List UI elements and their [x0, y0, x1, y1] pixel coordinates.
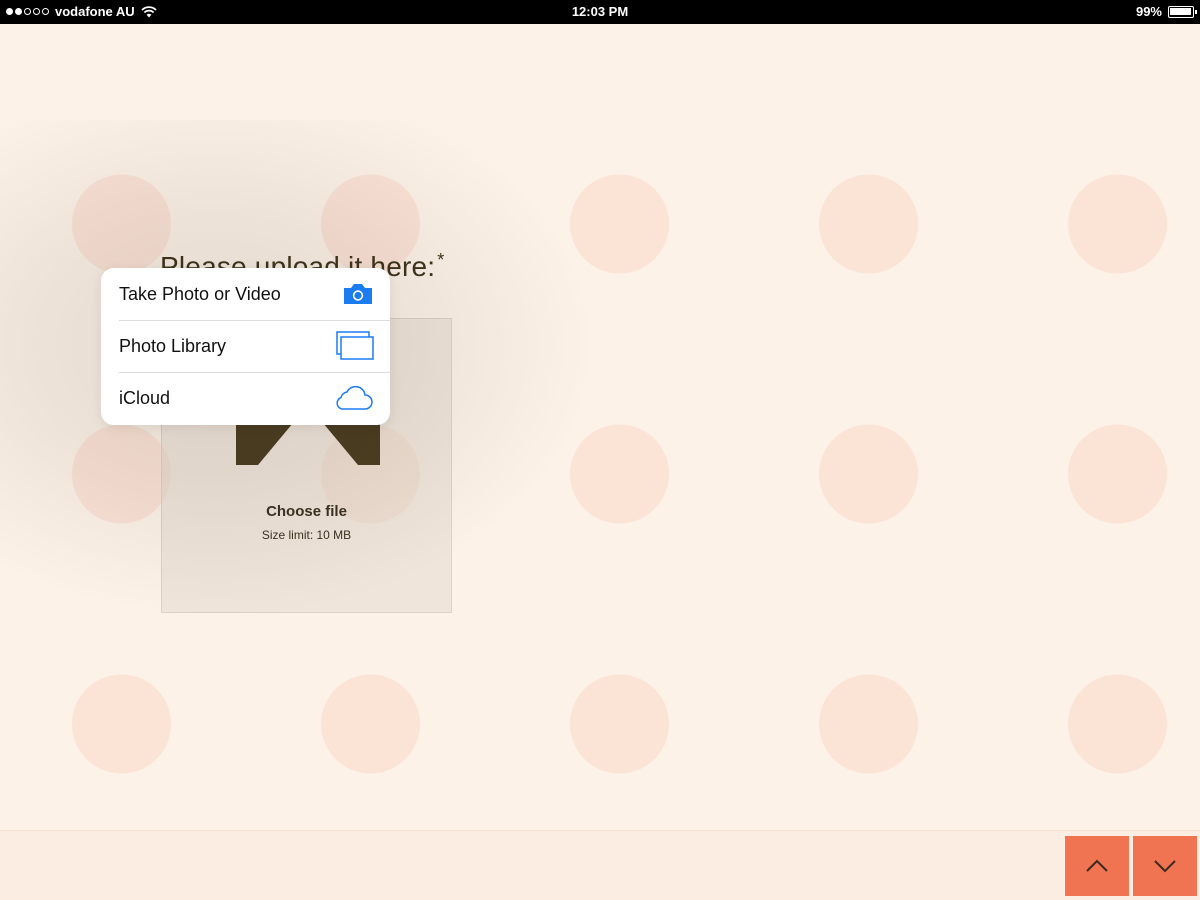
upload-source-popover: Take Photo or Video Photo Library iCloud [101, 268, 390, 425]
battery-percentage: 99% [1135, 4, 1162, 19]
camera-icon [344, 284, 372, 304]
choose-file-label[interactable]: Choose file [162, 503, 451, 520]
previous-question-button[interactable] [1065, 836, 1129, 896]
required-marker: * [437, 250, 445, 270]
chevron-up-icon [1086, 859, 1108, 872]
chevron-down-icon [1154, 860, 1176, 873]
next-question-button[interactable] [1133, 836, 1197, 896]
menu-item-photo-library[interactable]: Photo Library [101, 320, 390, 372]
status-bar: vodafone AU 12:03 PM 99% [0, 0, 1200, 24]
bottom-navigation-bar [0, 830, 1200, 900]
menu-item-label: Photo Library [119, 335, 227, 356]
menu-item-icloud[interactable]: iCloud [101, 372, 390, 424]
battery-icon [1168, 5, 1197, 18]
menu-item-label: iCloud [119, 387, 171, 408]
icloud-icon [336, 385, 373, 410]
status-time: 12:03 PM [571, 4, 629, 19]
menu-item-take-photo-or-video[interactable]: Take Photo or Video [101, 268, 390, 320]
size-limit-label: Size limit: 10 MB [261, 528, 352, 542]
menu-item-label: Take Photo or Video [119, 283, 281, 304]
status-right: 99% [1135, 4, 1197, 19]
photo-library-icon [336, 331, 374, 360]
